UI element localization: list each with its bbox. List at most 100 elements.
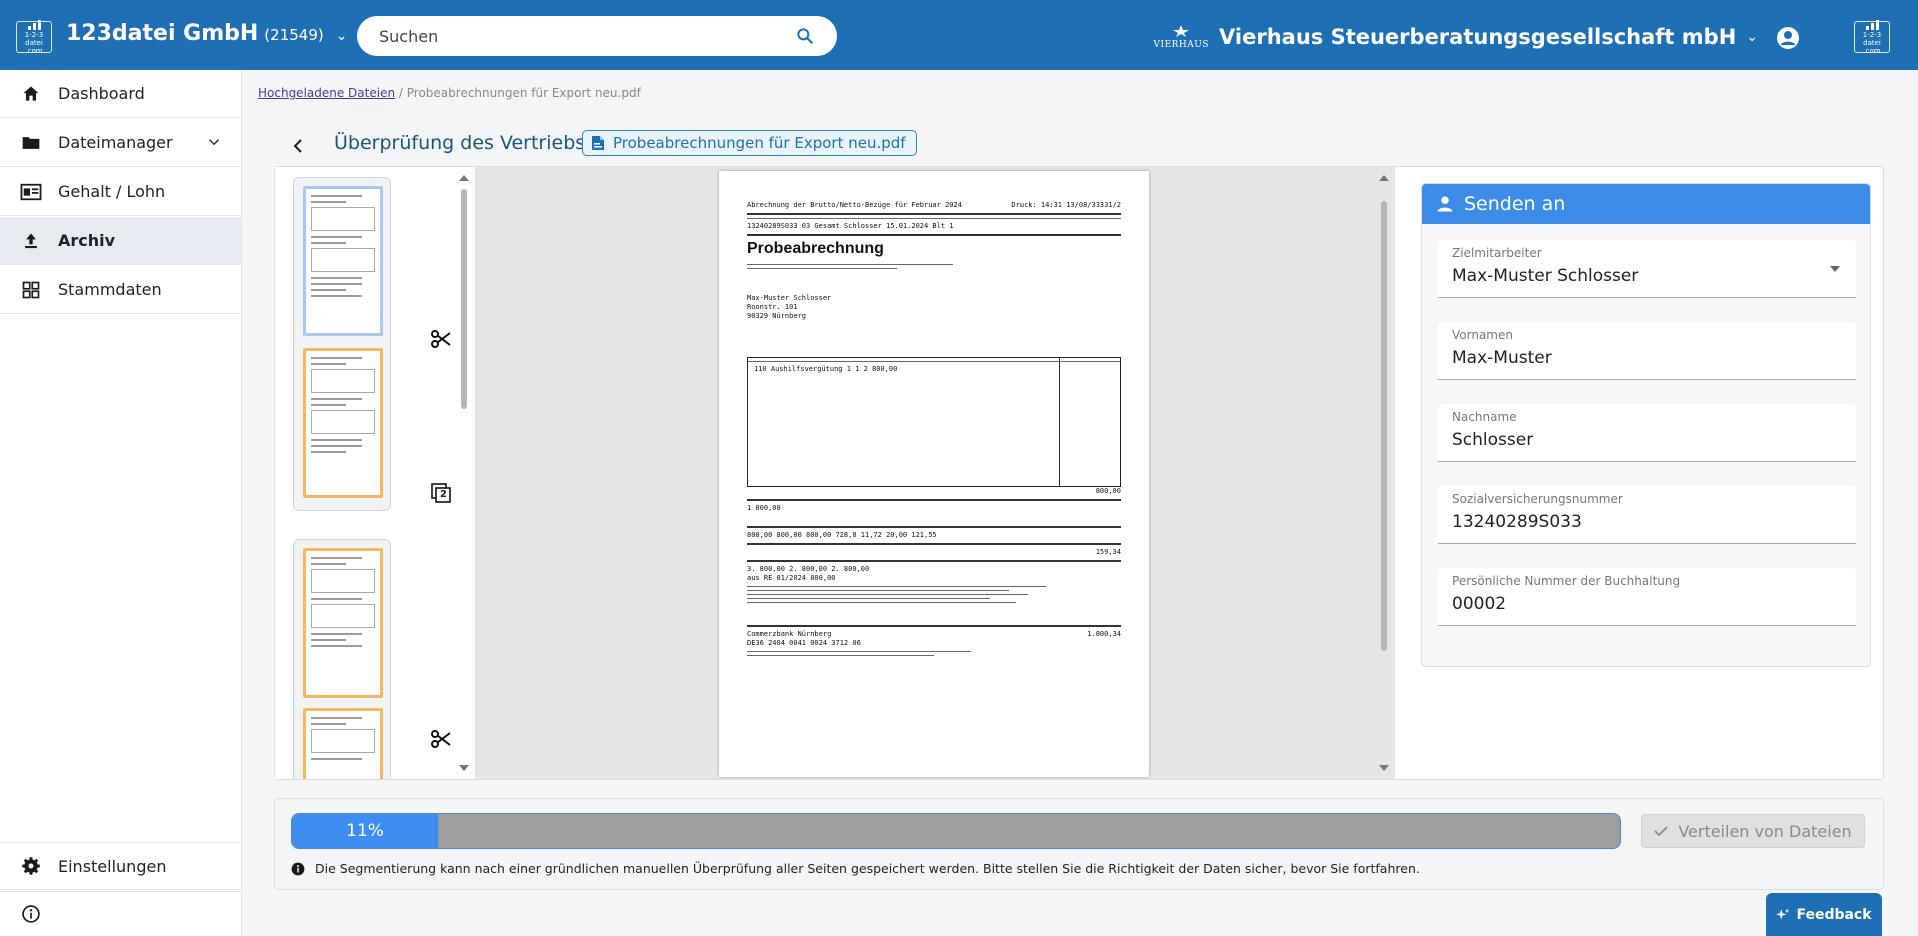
top-bar: 1-2-3 datei .com 123datei GmbH (21549) ⌄… bbox=[0, 0, 1918, 70]
page-thumbnail[interactable] bbox=[303, 186, 383, 336]
field-label: Vornamen bbox=[1452, 328, 1513, 342]
progress-bar: 11% bbox=[291, 813, 1621, 849]
target-employee-select[interactable]: Zielmitarbeiter Max-Muster Schlosser bbox=[1438, 240, 1856, 298]
sidebar-item-archiv[interactable]: Archiv bbox=[0, 217, 241, 265]
field-value: Max-Muster Schlosser bbox=[1452, 266, 1639, 286]
send-to-card: Senden an Zielmitarbeiter Max-Muster Sch… bbox=[1421, 183, 1871, 667]
info-icon bbox=[20, 903, 42, 925]
distribute-files-button[interactable]: Verteilen von Dateien bbox=[1641, 814, 1865, 848]
progress-fill: 11% bbox=[292, 814, 439, 848]
field-value: Schlosser bbox=[1452, 430, 1534, 450]
star-icon bbox=[1173, 25, 1190, 37]
sidebar-item-label: Stammdaten bbox=[58, 280, 162, 299]
progress-panel: 11% Verteilen von Dateien Die Segmentier… bbox=[274, 798, 1884, 890]
company-name: 123datei GmbH bbox=[66, 21, 259, 46]
breadcrumb-current: Probeabrechnungen für Export neu.pdf bbox=[406, 86, 641, 100]
logo-text-2: datei bbox=[1863, 38, 1881, 47]
doc-line: aus RE 01/2024 800,00 bbox=[747, 574, 836, 582]
field-label: Persönliche Nummer der Buchhaltung bbox=[1452, 574, 1681, 588]
main-content: Hochgeladene Dateien / Probeabrechnungen… bbox=[242, 70, 1918, 936]
chevron-down-icon: ⌄ bbox=[1746, 29, 1758, 45]
sidebar-item-label: Dashboard bbox=[58, 84, 145, 103]
page-thumbnail[interactable] bbox=[303, 548, 383, 698]
breadcrumb: Hochgeladene Dateien / Probeabrechnungen… bbox=[258, 86, 641, 100]
search-input[interactable] bbox=[379, 26, 795, 46]
sidebar-info[interactable] bbox=[0, 891, 241, 936]
sidebar-item-label: Archiv bbox=[58, 231, 116, 250]
doc-table: 110 Aushilfsvergütung 1 1 2 800,00 bbox=[747, 357, 1121, 487]
gear-icon bbox=[20, 855, 42, 877]
social-security-field[interactable]: Sozialversicherungsnummer 13240289S033 bbox=[1438, 486, 1856, 544]
tenant-switcher[interactable]: VIERHAUS Vierhaus Steuerberatungsgesells… bbox=[1154, 24, 1758, 50]
thumbnail-group bbox=[293, 177, 391, 511]
folder-icon bbox=[20, 132, 42, 154]
copy-page-button[interactable]: 2 bbox=[429, 481, 453, 505]
person-icon bbox=[1437, 196, 1453, 212]
page-thumbnail[interactable] bbox=[303, 348, 383, 498]
distribute-files-label: Verteilen von Dateien bbox=[1678, 821, 1852, 841]
chevron-down-icon: ⌄ bbox=[335, 28, 348, 44]
file-chip-label: Probeabrechnungen für Export neu.pdf bbox=[613, 134, 906, 152]
doc-heading: Probeabrechnung bbox=[747, 240, 884, 257]
last-name-field[interactable]: Nachname Schlosser bbox=[1438, 404, 1856, 462]
company-switcher[interactable]: 123datei GmbH (21549) ⌄ bbox=[66, 21, 347, 46]
sidebar-item-label: Gehalt / Lohn bbox=[58, 182, 166, 201]
scissors-icon[interactable] bbox=[429, 327, 453, 351]
thumbnail-group bbox=[293, 539, 391, 779]
note-text: Die Segmentierung kann nach einer gründl… bbox=[315, 861, 1420, 876]
doc-line: 800,00 bbox=[1095, 487, 1121, 495]
first-name-field[interactable]: Vornamen Max-Muster bbox=[1438, 322, 1856, 380]
back-chevron-icon[interactable] bbox=[290, 136, 306, 156]
viewer-scrollbar[interactable] bbox=[1377, 171, 1391, 775]
sidebar-item-dateimanager[interactable]: Dateimanager bbox=[0, 119, 241, 167]
send-to-header: Senden an bbox=[1422, 184, 1870, 224]
chevron-down-icon[interactable] bbox=[205, 133, 223, 151]
feedback-button[interactable]: Feedback bbox=[1766, 893, 1882, 936]
grid-icon bbox=[20, 279, 42, 301]
field-label: Zielmitarbeiter bbox=[1452, 246, 1542, 260]
check-icon bbox=[1654, 826, 1668, 837]
feedback-label: Feedback bbox=[1796, 906, 1872, 923]
search-icon[interactable] bbox=[795, 26, 815, 46]
sparkle-icon bbox=[1776, 908, 1790, 920]
field-label: Sozialversicherungsnummer bbox=[1452, 492, 1623, 506]
breadcrumb-link[interactable]: Hochgeladene Dateien bbox=[258, 86, 395, 100]
payslip-icon bbox=[20, 181, 42, 203]
sidebar-item-label: Einstellungen bbox=[58, 856, 167, 876]
logo-text-1: 1-2-3 bbox=[24, 30, 44, 39]
sidebar-item-dashboard[interactable]: Dashboard bbox=[0, 70, 241, 118]
page-title: Überprüfung des Vertriebs bbox=[334, 132, 586, 154]
sidebar: Dashboard Dateimanager Gehalt / Lohn Arc… bbox=[0, 70, 242, 936]
user-account-icon[interactable] bbox=[1776, 26, 1800, 50]
doc-line: 1 800,00 bbox=[747, 504, 781, 512]
sidebar-item-einstellungen[interactable]: Einstellungen bbox=[0, 842, 241, 890]
logo-text-3: .com bbox=[25, 46, 43, 55]
personnel-number-field[interactable]: Persönliche Nummer der Buchhaltung 00002 bbox=[1438, 568, 1856, 626]
field-label: Nachname bbox=[1452, 410, 1517, 424]
tenant-name: Vierhaus Steuerberatungsgesellschaft mbH bbox=[1219, 25, 1737, 49]
review-panel: 2 Abrechnung der Brutto/Netto-Bezüge für… bbox=[274, 166, 1884, 780]
file-chip[interactable]: Probeabrechnungen für Export neu.pdf bbox=[582, 130, 917, 156]
logo-text-1: 1-2-3 bbox=[1862, 30, 1882, 39]
field-value: 13240289S033 bbox=[1452, 512, 1582, 532]
field-value: Max-Muster bbox=[1452, 348, 1552, 368]
thumbnail-strip: 2 bbox=[275, 167, 475, 779]
tenant-logo: VIERHAUS bbox=[1154, 24, 1210, 50]
scissors-icon[interactable] bbox=[429, 727, 453, 751]
sidebar-item-stammdaten[interactable]: Stammdaten bbox=[0, 266, 241, 314]
field-value: 00002 bbox=[1452, 594, 1507, 614]
logo-text-3: .com bbox=[1863, 46, 1881, 55]
send-to-title: Senden an bbox=[1464, 193, 1566, 215]
home-icon bbox=[20, 83, 42, 105]
company-id: (21549) bbox=[264, 26, 324, 44]
doc-address: 90329 Nürnberg bbox=[747, 312, 807, 320]
sidebar-item-gehalt-lohn[interactable]: Gehalt / Lohn bbox=[0, 168, 241, 216]
thumbnail-scrollbar[interactable] bbox=[457, 171, 471, 775]
file-icon bbox=[592, 136, 604, 150]
doc-address: Roonstr. 101 bbox=[747, 303, 798, 311]
company-logo[interactable]: 1-2-3 datei .com bbox=[16, 19, 52, 55]
breadcrumb-separator: / bbox=[398, 86, 403, 100]
document-page: Abrechnung der Brutto/Netto-Bezüge für F… bbox=[719, 171, 1149, 777]
page-thumbnail[interactable] bbox=[303, 708, 383, 779]
sidebar-item-label: Dateimanager bbox=[58, 133, 173, 152]
